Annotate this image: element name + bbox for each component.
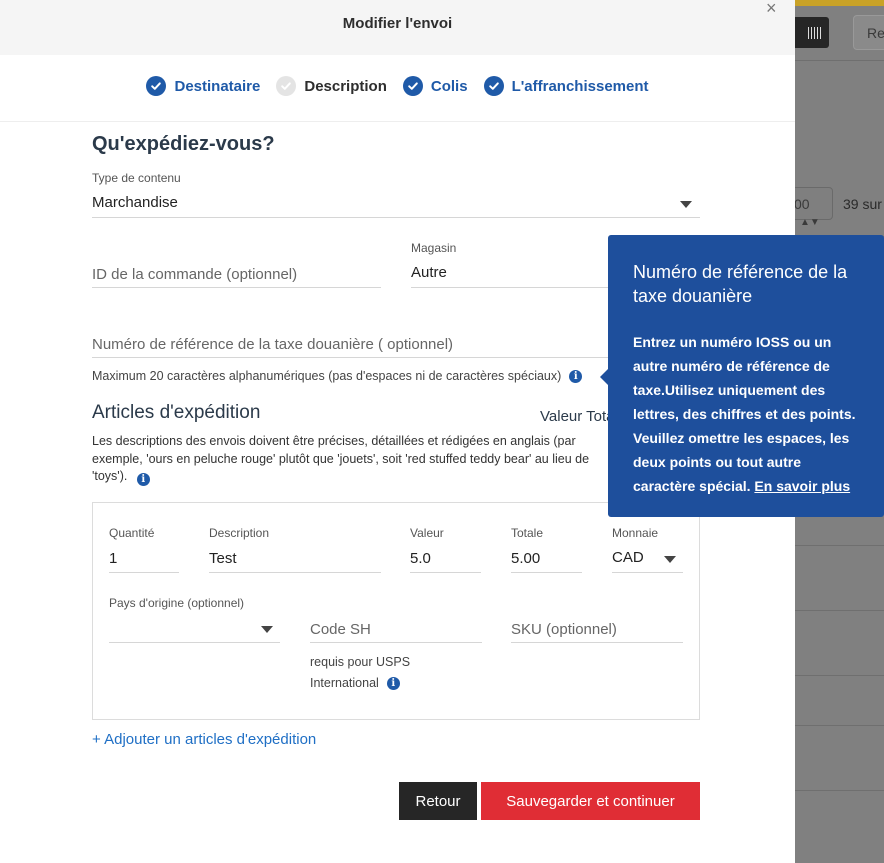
description-underline [209, 572, 381, 573]
content-type-underline [92, 217, 700, 218]
currency-label: Monnaie [612, 526, 659, 540]
step-affranchissement[interactable]: L'affranchissement [483, 76, 649, 96]
store-underline [411, 287, 608, 288]
background-top-accent [795, 0, 884, 6]
step-destinataire[interactable]: Destinataire [146, 76, 260, 96]
description-input[interactable]: Test [209, 550, 237, 567]
info-icon[interactable]: i [386, 676, 400, 690]
sku-underline [511, 642, 683, 643]
step-description[interactable]: Description [276, 76, 387, 96]
info-icon[interactable]: i [136, 473, 150, 487]
currency-underline [612, 572, 683, 573]
quantity-label: Quantité [109, 526, 155, 540]
chevron-down-icon[interactable] [261, 626, 273, 633]
chevron-down-icon[interactable] [664, 556, 676, 563]
total-input[interactable]: 5.00 [511, 550, 540, 567]
hs-code-hint-text: International [310, 676, 379, 690]
store-label: Magasin [411, 241, 457, 255]
modal-title: Modifier l'envoi [342, 15, 453, 32]
quantity-input[interactable]: 1 [109, 550, 117, 567]
background-divider [795, 610, 884, 611]
step-label: Destinataire [174, 77, 261, 95]
value-input[interactable]: 5.0 [410, 550, 431, 567]
origin-country-underline [109, 642, 280, 643]
check-circle-icon [276, 76, 297, 96]
check-circle-icon [483, 76, 504, 96]
tooltip-title: Numéro de référence de la taxe douanière [633, 262, 848, 306]
customs-reference-input[interactable]: Numéro de référence de la taxe douanière… [92, 336, 453, 353]
background-divider [795, 60, 884, 61]
content-type-label: Type de contenu [92, 171, 181, 185]
value-label: Valeur [410, 526, 444, 540]
hs-code-hint-line1: requis pour USPS [310, 655, 411, 669]
customs-reference-underline [92, 357, 608, 358]
quantity-underline [109, 572, 179, 573]
description-label: Description [209, 526, 270, 540]
articles-description-text: Les descriptions des envois doivent être… [92, 434, 590, 483]
check-circle-icon [402, 76, 423, 96]
articles-description: Les descriptions des envois doivent être… [92, 433, 592, 487]
step-label: L'affranchissement [511, 77, 649, 95]
modal-header: Modifier l'envoi × [0, 0, 795, 55]
save-continue-button[interactable]: Sauvegarder et continuer [481, 782, 700, 820]
check-circle-icon [146, 76, 167, 96]
order-id-input[interactable]: ID de la commande (optionnel) [92, 266, 297, 283]
step-progress: Destinataire Description Colis L'affranc… [0, 76, 795, 96]
add-shipment-item-link[interactable]: + Adjouter un articles d'expédition [92, 731, 316, 748]
total-underline [511, 572, 582, 573]
customs-reference-hint-text: Maximum 20 caractères alphanumériques (p… [92, 369, 562, 383]
customs-reference-tooltip: Numéro de référence de la taxe douanière… [608, 235, 884, 517]
close-icon[interactable]: × [766, 0, 777, 19]
content-type-select[interactable]: Marchandise [92, 194, 178, 211]
sort-arrows-icon: ▲▼ [800, 217, 820, 228]
tooltip-body: Entrez un numéro IOSS ou un autre numéro… [633, 330, 859, 498]
step-colis[interactable]: Colis [402, 76, 468, 96]
per-page-value: 00 [794, 196, 810, 212]
background-divider [795, 545, 884, 546]
back-button[interactable]: Retour [399, 782, 477, 820]
order-id-underline [92, 287, 381, 288]
background-divider [795, 790, 884, 791]
learn-more-link[interactable]: En savoir plus [754, 478, 850, 494]
hs-code-input[interactable]: Code SH [310, 621, 371, 638]
barcode-icon [808, 26, 821, 39]
tooltip-body-text: Entrez un numéro IOSS ou un autre numéro… [633, 334, 856, 494]
section-title: Qu'expédiez-vous? [92, 133, 275, 155]
chevron-down-icon[interactable] [680, 201, 692, 208]
background-result-count: 39 sur [843, 196, 882, 212]
background-search-input: Re [853, 15, 884, 50]
info-icon[interactable]: i [569, 369, 583, 383]
store-select[interactable]: Autre [411, 264, 447, 281]
background-divider [795, 725, 884, 726]
header-divider [0, 121, 795, 122]
hs-code-hint-line2: International i [310, 676, 400, 690]
currency-select[interactable]: CAD [612, 549, 644, 566]
articles-title: Articles d'expédition [92, 402, 261, 423]
sku-input[interactable]: SKU (optionnel) [511, 621, 617, 638]
total-label: Totale [511, 526, 544, 540]
value-underline [410, 572, 481, 573]
origin-country-label: Pays d'origine (optionnel) [109, 596, 245, 610]
hs-code-underline [310, 642, 482, 643]
step-label: Colis [430, 77, 468, 95]
background-divider [795, 675, 884, 676]
customs-reference-hint: Maximum 20 caractères alphanumériques (p… [92, 369, 583, 383]
step-label: Description [304, 77, 387, 95]
